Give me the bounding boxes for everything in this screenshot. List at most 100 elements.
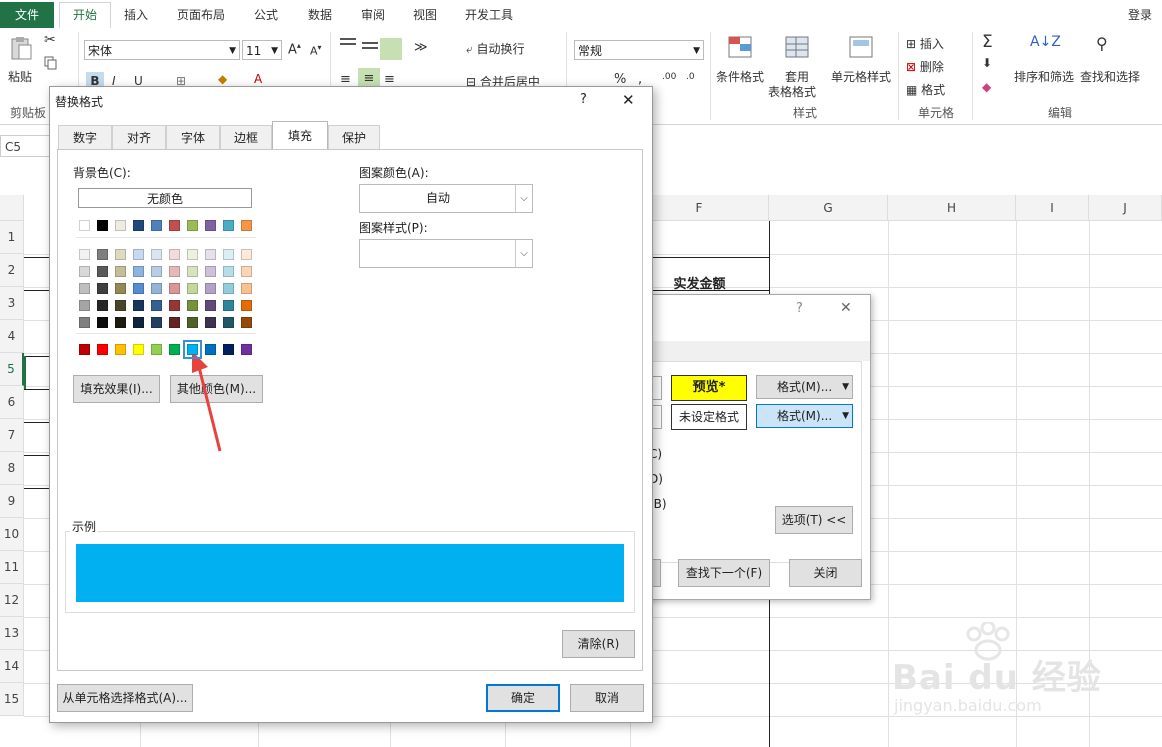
tab-number[interactable]: 数字: [58, 125, 112, 149]
font-size-combo[interactable]: 11 ▼: [242, 40, 282, 60]
color-swatch[interactable]: [115, 300, 126, 311]
color-swatch[interactable]: [241, 266, 252, 277]
find-select-button[interactable]: 查找和选择: [1080, 68, 1140, 85]
color-swatch[interactable]: [133, 266, 144, 277]
color-swatch[interactable]: [223, 249, 234, 260]
color-swatch[interactable]: [133, 300, 144, 311]
find-help-button[interactable]: ?: [796, 301, 803, 316]
cancel-button[interactable]: 取消: [570, 684, 644, 712]
find-format-button[interactable]: 格式(M)... ▼: [756, 375, 853, 399]
color-swatch[interactable]: [115, 249, 126, 260]
color-swatch[interactable]: [169, 220, 180, 231]
decrease-decimal-icon[interactable]: .0: [686, 72, 695, 82]
color-swatch[interactable]: [169, 317, 180, 328]
insert-cells-button[interactable]: ⊞ 插入: [906, 35, 944, 52]
align-top-icon[interactable]: [340, 38, 356, 45]
standard-color-swatch[interactable]: [241, 344, 252, 355]
row-header-1[interactable]: 1: [0, 221, 24, 254]
color-swatch[interactable]: [241, 283, 252, 294]
color-swatch[interactable]: [97, 266, 108, 277]
align-middle-icon[interactable]: [362, 42, 378, 49]
autosum-icon[interactable]: Σ: [982, 32, 993, 52]
standard-color-swatch[interactable]: [169, 344, 180, 355]
color-swatch[interactable]: [115, 266, 126, 277]
color-swatch[interactable]: [187, 220, 198, 231]
color-swatch[interactable]: [79, 300, 90, 311]
conditional-format-button[interactable]: 条件格式: [716, 68, 764, 85]
color-swatch[interactable]: [241, 249, 252, 260]
color-swatch[interactable]: [133, 220, 144, 231]
tab-file[interactable]: 文件: [0, 2, 54, 28]
color-swatch[interactable]: [151, 249, 162, 260]
help-button[interactable]: ?: [580, 92, 587, 107]
color-swatch[interactable]: [115, 220, 126, 231]
color-swatch[interactable]: [223, 283, 234, 294]
pattern-color-dropdown[interactable]: 自动 ⌵: [359, 184, 533, 213]
color-swatch[interactable]: [115, 317, 126, 328]
tab-developer[interactable]: 开发工具: [465, 4, 513, 26]
fill-icon[interactable]: ⬇: [982, 56, 992, 70]
color-swatch[interactable]: [79, 249, 90, 260]
column-header-j[interactable]: J: [1089, 195, 1162, 221]
tab-home[interactable]: 开始: [59, 2, 111, 30]
standard-color-swatch[interactable]: [151, 344, 162, 355]
row-header-5[interactable]: 5: [0, 353, 24, 386]
name-box[interactable]: C5: [0, 135, 50, 157]
color-swatch[interactable]: [205, 283, 216, 294]
color-swatch[interactable]: [97, 300, 108, 311]
tab-fill[interactable]: 填充: [272, 121, 328, 150]
row-header-3[interactable]: 3: [0, 287, 24, 320]
login-link[interactable]: 登录: [1128, 4, 1152, 26]
tab-view[interactable]: 视图: [413, 4, 437, 26]
row-header-6[interactable]: 6: [0, 386, 24, 419]
color-swatch[interactable]: [187, 317, 198, 328]
color-swatch[interactable]: [223, 317, 234, 328]
color-swatch[interactable]: [151, 317, 162, 328]
color-swatch[interactable]: [151, 266, 162, 277]
color-swatch[interactable]: [97, 220, 108, 231]
tab-insert[interactable]: 插入: [124, 4, 148, 26]
row-header-4[interactable]: 4: [0, 320, 24, 353]
align-left-icon[interactable]: ≡: [340, 72, 351, 87]
wrap-text-button[interactable]: ⤶ 自动换行: [466, 40, 525, 57]
tab-formulas[interactable]: 公式: [254, 4, 278, 26]
color-swatch[interactable]: [97, 283, 108, 294]
color-swatch[interactable]: [151, 283, 162, 294]
tab-review[interactable]: 审阅: [361, 4, 385, 26]
color-swatch[interactable]: [133, 317, 144, 328]
color-swatch[interactable]: [187, 300, 198, 311]
percent-icon[interactable]: %: [614, 72, 626, 87]
select-all-corner[interactable]: [0, 195, 24, 221]
orientation-icon[interactable]: ≫: [414, 40, 428, 55]
tab-font[interactable]: 字体: [166, 125, 220, 149]
tab-border[interactable]: 边框: [220, 125, 272, 149]
format-as-table-button-2[interactable]: 表格格式: [768, 83, 816, 100]
color-swatch[interactable]: [133, 283, 144, 294]
color-swatch[interactable]: [205, 249, 216, 260]
color-swatch[interactable]: [151, 220, 162, 231]
color-swatch[interactable]: [97, 249, 108, 260]
standard-color-swatch[interactable]: [223, 344, 234, 355]
grow-font-icon[interactable]: A▴: [288, 41, 301, 57]
increase-decimal-icon[interactable]: .00: [662, 72, 676, 82]
color-swatch[interactable]: [133, 249, 144, 260]
cell-styles-button[interactable]: 单元格样式: [831, 68, 891, 85]
row-header-10[interactable]: 10: [0, 518, 24, 551]
color-swatch[interactable]: [79, 266, 90, 277]
close-icon[interactable]: ✕: [622, 91, 635, 109]
color-swatch[interactable]: [223, 220, 234, 231]
paste-icon[interactable]: [8, 36, 34, 62]
paste-button[interactable]: 粘贴: [8, 68, 32, 85]
cut-icon[interactable]: ✂: [44, 32, 56, 48]
tab-protection[interactable]: 保护: [328, 125, 380, 149]
standard-color-swatch[interactable]: [205, 344, 216, 355]
color-swatch[interactable]: [169, 266, 180, 277]
font-name-combo[interactable]: 宋体 ▼: [84, 40, 240, 60]
comma-icon[interactable]: ,: [638, 72, 642, 87]
clear-button[interactable]: 清除(R): [562, 630, 635, 658]
color-swatch[interactable]: [79, 220, 90, 231]
format-cells-button[interactable]: ▦ 格式: [906, 81, 945, 98]
standard-color-swatch[interactable]: [183, 340, 202, 359]
color-swatch[interactable]: [205, 266, 216, 277]
find-close-icon[interactable]: ✕: [840, 300, 852, 316]
